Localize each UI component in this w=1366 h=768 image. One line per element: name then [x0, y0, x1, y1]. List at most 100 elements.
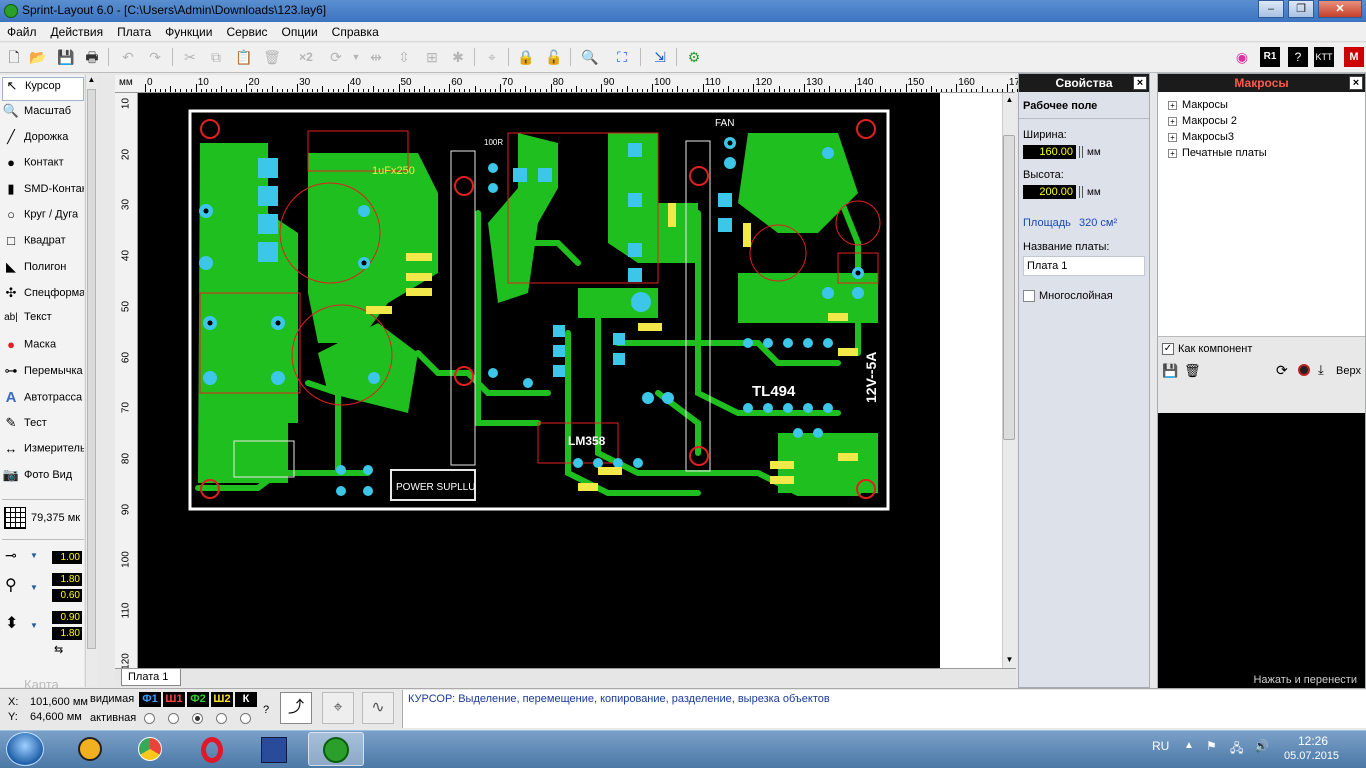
cd-icon[interactable]: ◉: [1232, 47, 1252, 67]
pad-outer-field[interactable]: 1.80: [52, 573, 82, 586]
scroll-thumb[interactable]: [87, 89, 96, 649]
task-chrome[interactable]: [122, 732, 178, 766]
duplicate-button[interactable]: ×2: [296, 47, 316, 67]
tray-network-icon[interactable]: 🖧: [1230, 739, 1243, 760]
expand-icon[interactable]: +: [1168, 100, 1177, 110]
zoom-icon[interactable]: 🔍: [580, 47, 600, 67]
menu-board[interactable]: Плата: [110, 22, 158, 42]
smd-height-field[interactable]: 1.80: [52, 627, 82, 640]
pcb-drawing[interactable]: FAN TL494 LM358 POWER SUPLLU 12V--5A 100…: [138, 93, 940, 668]
board-name-input[interactable]: Плата 1: [1023, 256, 1145, 276]
expand-icon[interactable]: +: [1168, 148, 1177, 158]
tool-rectangle[interactable]: □ Квадрат: [2, 233, 84, 257]
paste-icon[interactable]: 📋: [234, 47, 254, 67]
connection-icon[interactable]: ∿: [362, 692, 394, 724]
save-icon[interactable]: 💾: [1162, 363, 1178, 379]
mirror-h-icon[interactable]: ⇹: [366, 47, 386, 67]
track-width-field[interactable]: 1.00: [52, 551, 82, 564]
menu-file[interactable]: Файл: [0, 22, 44, 42]
tool-smd-pad[interactable]: ▮SMD-Контакт: [2, 181, 84, 205]
new-file-icon[interactable]: 🗋: [4, 47, 24, 67]
close-button[interactable]: ✕: [1318, 0, 1362, 18]
height-spin-icon[interactable]: [1079, 186, 1083, 198]
menu-help[interactable]: Справка: [325, 22, 386, 42]
menu-functions[interactable]: Функции: [158, 22, 219, 42]
chevron-down-icon[interactable]: ▼: [30, 583, 38, 592]
width-spin-icon[interactable]: [1079, 146, 1083, 158]
tree-item-macros[interactable]: + Макросы: [1168, 99, 1228, 111]
as-component-checkbox[interactable]: ✓: [1162, 343, 1174, 355]
save-icon[interactable]: 💾: [56, 47, 76, 67]
task-app-triangle[interactable]: [62, 732, 118, 766]
tray-chevron-icon[interactable]: ▲: [1184, 740, 1194, 751]
expand-icon[interactable]: +: [1168, 132, 1177, 142]
top-side-label[interactable]: Верх: [1336, 365, 1361, 377]
tool-track[interactable]: ╱ Дорожка: [2, 129, 84, 153]
minimize-button[interactable]: –: [1258, 0, 1284, 18]
tool-autoroute[interactable]: A Автотрасса: [2, 389, 84, 413]
tray-volume-icon[interactable]: 🔊: [1254, 739, 1269, 753]
layer-s1-button[interactable]: Ш1: [163, 692, 185, 707]
active-layer-f2-radio[interactable]: [192, 713, 203, 724]
tool-jumper[interactable]: ⊶ Перемычка: [2, 363, 84, 387]
task-opera[interactable]: [184, 732, 240, 766]
menu-service[interactable]: Сервис: [219, 22, 274, 42]
layer-s2-button[interactable]: Ш2: [211, 692, 233, 707]
copy-icon[interactable]: ⧉: [206, 47, 226, 67]
tool-photo-view[interactable]: 📷 Фото Вид: [2, 467, 84, 491]
active-layer-s2-radio[interactable]: [216, 713, 227, 724]
smd-width-field[interactable]: 0.90: [52, 611, 82, 624]
import-icon[interactable]: ⇲: [650, 47, 670, 67]
multilayer-checkbox[interactable]: [1023, 290, 1035, 302]
tool-cursor[interactable]: ↖ Курсор: [2, 77, 84, 101]
group-icon[interactable]: ✱: [448, 47, 468, 67]
start-button[interactable]: [6, 732, 44, 766]
tool-pad[interactable]: ● Контакт: [2, 155, 84, 179]
chevron-down-icon[interactable]: ▼: [346, 47, 366, 67]
gear-icon[interactable]: ⚙: [684, 47, 704, 67]
align-icon[interactable]: ⊞: [422, 47, 442, 67]
clock-date[interactable]: 05.07.2015: [1284, 750, 1339, 762]
refresh-icon[interactable]: ⟳: [1276, 362, 1288, 379]
undo-icon[interactable]: ↶: [118, 47, 138, 67]
lock-icon[interactable]: 🔒: [516, 47, 536, 67]
width-field[interactable]: 160.00: [1023, 145, 1076, 159]
task-sprint-layout[interactable]: [308, 732, 364, 766]
tool-circle[interactable]: ○ Круг / Дуга: [2, 207, 84, 231]
snap-grid-icon[interactable]: ⌖: [322, 692, 354, 724]
tool-test[interactable]: ✎ Тест: [2, 415, 84, 439]
rubberband-icon[interactable]: ⤴: [280, 692, 312, 724]
menu-options[interactable]: Опции: [275, 22, 325, 42]
tool-text[interactable]: ab| Текст: [2, 311, 84, 335]
tool-polygon[interactable]: ◣ Полигон: [2, 259, 84, 283]
close-icon[interactable]: ×: [1349, 76, 1363, 90]
open-folder-icon[interactable]: 📂: [28, 47, 48, 67]
grid-icon[interactable]: [4, 507, 26, 529]
scroll-up-icon[interactable]: ▲: [1003, 95, 1016, 104]
menu-actions[interactable]: Действия: [44, 22, 111, 42]
mirror-v-icon[interactable]: ⇳: [394, 47, 414, 67]
pad-inner-field[interactable]: 0.60: [52, 589, 82, 602]
redo-icon[interactable]: ↷: [145, 47, 165, 67]
ktt-icon[interactable]: KTT: [1314, 47, 1334, 67]
tree-item-macros-3[interactable]: + Макросы3: [1168, 131, 1234, 143]
tool-measure[interactable]: ↔ Измеритель: [2, 441, 85, 465]
language-indicator[interactable]: RU: [1152, 739, 1169, 753]
unlock-icon[interactable]: 🔓: [544, 47, 564, 67]
tool-special-form[interactable]: ✣ Спецформа: [2, 285, 84, 309]
r1-icon[interactable]: R1: [1260, 47, 1280, 67]
layer-f1-button[interactable]: Ф1: [139, 692, 161, 707]
scroll-up-icon[interactable]: ▲: [86, 75, 97, 87]
tray-flag-icon[interactable]: ⚑: [1206, 739, 1217, 753]
active-layer-k-radio[interactable]: [240, 713, 251, 724]
record-icon[interactable]: [1298, 364, 1310, 376]
tool-mask[interactable]: ● Маска: [2, 337, 84, 361]
delete-icon[interactable]: 🗑: [262, 47, 282, 67]
download-icon[interactable]: ⤓: [1318, 362, 1324, 378]
help-component-icon[interactable]: ?: [1288, 47, 1308, 67]
chevron-down-icon[interactable]: ▼: [30, 621, 38, 630]
chevron-down-icon[interactable]: ▼: [30, 551, 38, 560]
layer-help-button[interactable]: ?: [263, 704, 269, 716]
snap-icon[interactable]: ⌖: [482, 47, 502, 67]
print-icon[interactable]: 🖶: [82, 47, 102, 67]
